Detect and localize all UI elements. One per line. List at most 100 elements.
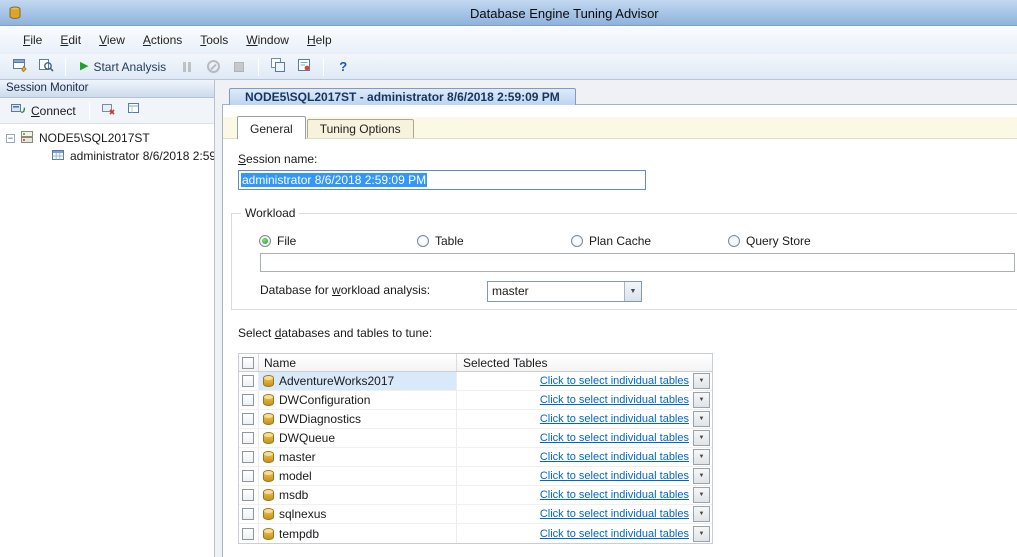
database-icon xyxy=(263,394,274,406)
tab-general[interactable]: General xyxy=(237,116,306,139)
session-name-input[interactable]: administrator 8/6/2018 2:59:09 PM xyxy=(238,170,646,190)
database-name: DWQueue xyxy=(279,431,335,445)
database-icon xyxy=(263,375,274,387)
row-checkbox[interactable] xyxy=(242,451,254,463)
select-tables-link[interactable]: Click to select individual tables xyxy=(540,470,689,482)
table-row[interactable]: master Click to select individual tables… xyxy=(239,448,712,467)
toolbar-separator xyxy=(323,58,324,76)
select-tables-link[interactable]: Click to select individual tables xyxy=(540,394,689,406)
tables-dropdown-button[interactable]: ▼ xyxy=(693,430,710,446)
database-name: DWConfiguration xyxy=(279,393,370,407)
database-icon xyxy=(263,451,274,463)
row-checkbox[interactable] xyxy=(242,432,254,444)
table-row[interactable]: msdb Click to select individual tables▼ xyxy=(239,486,712,505)
table-row[interactable]: model Click to select individual tables▼ xyxy=(239,467,712,486)
clone-session-button[interactable] xyxy=(266,56,290,78)
session-name-label: Session name: xyxy=(238,152,317,166)
row-checkbox[interactable] xyxy=(242,508,254,520)
tables-dropdown-button[interactable]: ▼ xyxy=(693,526,710,542)
menu-help[interactable]: Help xyxy=(298,29,341,51)
tables-dropdown-button[interactable]: ▼ xyxy=(693,373,710,389)
tables-dropdown-button[interactable]: ▼ xyxy=(693,449,710,465)
menu-window[interactable]: Window xyxy=(237,29,298,51)
database-icon xyxy=(263,432,274,444)
row-checkbox[interactable] xyxy=(242,470,254,482)
workload-radio-table[interactable]: Table xyxy=(417,234,464,248)
import-session-button[interactable] xyxy=(292,56,316,78)
tables-dropdown-button[interactable]: ▼ xyxy=(693,392,710,408)
select-tables-link[interactable]: Click to select individual tables xyxy=(540,375,689,387)
menu-actions[interactable]: Actions xyxy=(134,29,191,51)
row-checkbox[interactable] xyxy=(242,394,254,406)
apply-recommendations-button xyxy=(227,56,251,78)
open-file-button[interactable] xyxy=(34,56,58,78)
table-row[interactable]: AdventureWorks2017 Click to select indiv… xyxy=(239,372,712,391)
row-checkbox[interactable] xyxy=(242,489,254,501)
dropdown-arrow-icon[interactable]: ▼ xyxy=(624,282,641,301)
select-tables-link[interactable]: Click to select individual tables xyxy=(540,432,689,444)
tables-dropdown-button[interactable]: ▼ xyxy=(693,487,710,503)
open-file-icon xyxy=(38,57,54,76)
new-session-button[interactable] xyxy=(8,56,32,78)
database-name: sqlnexus xyxy=(279,507,326,521)
session-monitor-panel: Session Monitor Connect − xyxy=(0,80,215,557)
workload-radio-file[interactable]: File xyxy=(259,234,296,248)
select-tables-link[interactable]: Click to select individual tables xyxy=(540,451,689,463)
table-row[interactable]: DWQueue Click to select individual table… xyxy=(239,429,712,448)
radio-button-icon xyxy=(259,235,271,247)
main-toolbar: ▶ Start Analysis ? xyxy=(0,54,1017,80)
database-name: AdventureWorks2017 xyxy=(279,374,394,388)
tables-dropdown-button[interactable]: ▼ xyxy=(693,506,710,522)
session-name-label: administrator 8/6/2018 2:59: xyxy=(70,149,214,163)
dta-window: Database Engine Tuning Advisor File Edit… xyxy=(0,0,1017,557)
session-document-tab[interactable]: NODE5\SQL2017ST - administrator 8/6/2018… xyxy=(229,88,576,105)
tab-tuning-options[interactable]: Tuning Options xyxy=(307,119,414,138)
tables-dropdown-button[interactable]: ▼ xyxy=(693,468,710,484)
row-checkbox[interactable] xyxy=(242,375,254,387)
tree-expander-icon[interactable]: − xyxy=(6,134,15,143)
database-name: DWDiagnostics xyxy=(279,412,361,426)
titlebar[interactable]: Database Engine Tuning Advisor xyxy=(0,0,1017,26)
table-row[interactable]: DWDiagnostics Click to select individual… xyxy=(239,410,712,429)
menu-tools[interactable]: Tools xyxy=(191,29,237,51)
row-checkbox[interactable] xyxy=(242,413,254,425)
menu-edit[interactable]: Edit xyxy=(51,29,90,51)
radio-button-icon xyxy=(728,235,740,247)
delete-session-button[interactable] xyxy=(123,101,147,121)
tree-item-session[interactable]: administrator 8/6/2018 2:59: xyxy=(0,147,214,165)
workload-file-input[interactable] xyxy=(260,253,1015,272)
table-row[interactable]: tempdb Click to select individual tables… xyxy=(239,524,712,543)
database-name: master xyxy=(279,450,316,464)
connect-button[interactable]: Connect xyxy=(4,100,82,121)
table-row[interactable]: DWConfiguration Click to select individu… xyxy=(239,391,712,410)
databases-table: Name Selected Tables AdventureWorks2017 … xyxy=(238,353,713,544)
workload-database-select[interactable]: master ▼ xyxy=(487,281,642,302)
menu-view[interactable]: View xyxy=(90,29,134,51)
select-all-checkbox[interactable] xyxy=(242,357,254,369)
select-tables-link[interactable]: Click to select individual tables xyxy=(540,413,689,425)
start-analysis-button[interactable]: ▶ Start Analysis xyxy=(73,56,173,78)
help-button[interactable]: ? xyxy=(331,56,355,78)
main-area: NODE5\SQL2017ST - administrator 8/6/2018… xyxy=(216,80,1017,557)
menubar: File Edit View Actions Tools Window Help xyxy=(0,26,1017,54)
menu-file[interactable]: File xyxy=(14,29,51,51)
server-icon xyxy=(19,129,35,147)
workload-radio-query-store[interactable]: Query Store xyxy=(728,234,811,248)
tables-dropdown-button[interactable]: ▼ xyxy=(693,411,710,427)
app-icon[interactable] xyxy=(7,5,23,21)
disconnect-button[interactable] xyxy=(97,101,121,121)
delete-session-icon xyxy=(127,102,142,119)
workload-group-label: Workload xyxy=(241,206,299,220)
clone-session-icon xyxy=(270,57,286,76)
subtab-strip: General Tuning Options xyxy=(223,117,1017,139)
select-tables-link[interactable]: Click to select individual tables xyxy=(540,528,689,540)
session-monitor-toolbar: Connect xyxy=(0,98,214,124)
select-tables-link[interactable]: Click to select individual tables xyxy=(540,489,689,501)
tree-item-server[interactable]: − NODE5\SQL2017ST xyxy=(0,129,214,147)
table-row[interactable]: sqlnexus Click to select individual tabl… xyxy=(239,505,712,524)
pause-analysis-button xyxy=(175,56,199,78)
row-checkbox[interactable] xyxy=(242,528,254,540)
stop-analysis-button xyxy=(201,56,225,78)
select-tables-link[interactable]: Click to select individual tables xyxy=(540,508,689,520)
workload-radio-plan-cache[interactable]: Plan Cache xyxy=(571,234,651,248)
